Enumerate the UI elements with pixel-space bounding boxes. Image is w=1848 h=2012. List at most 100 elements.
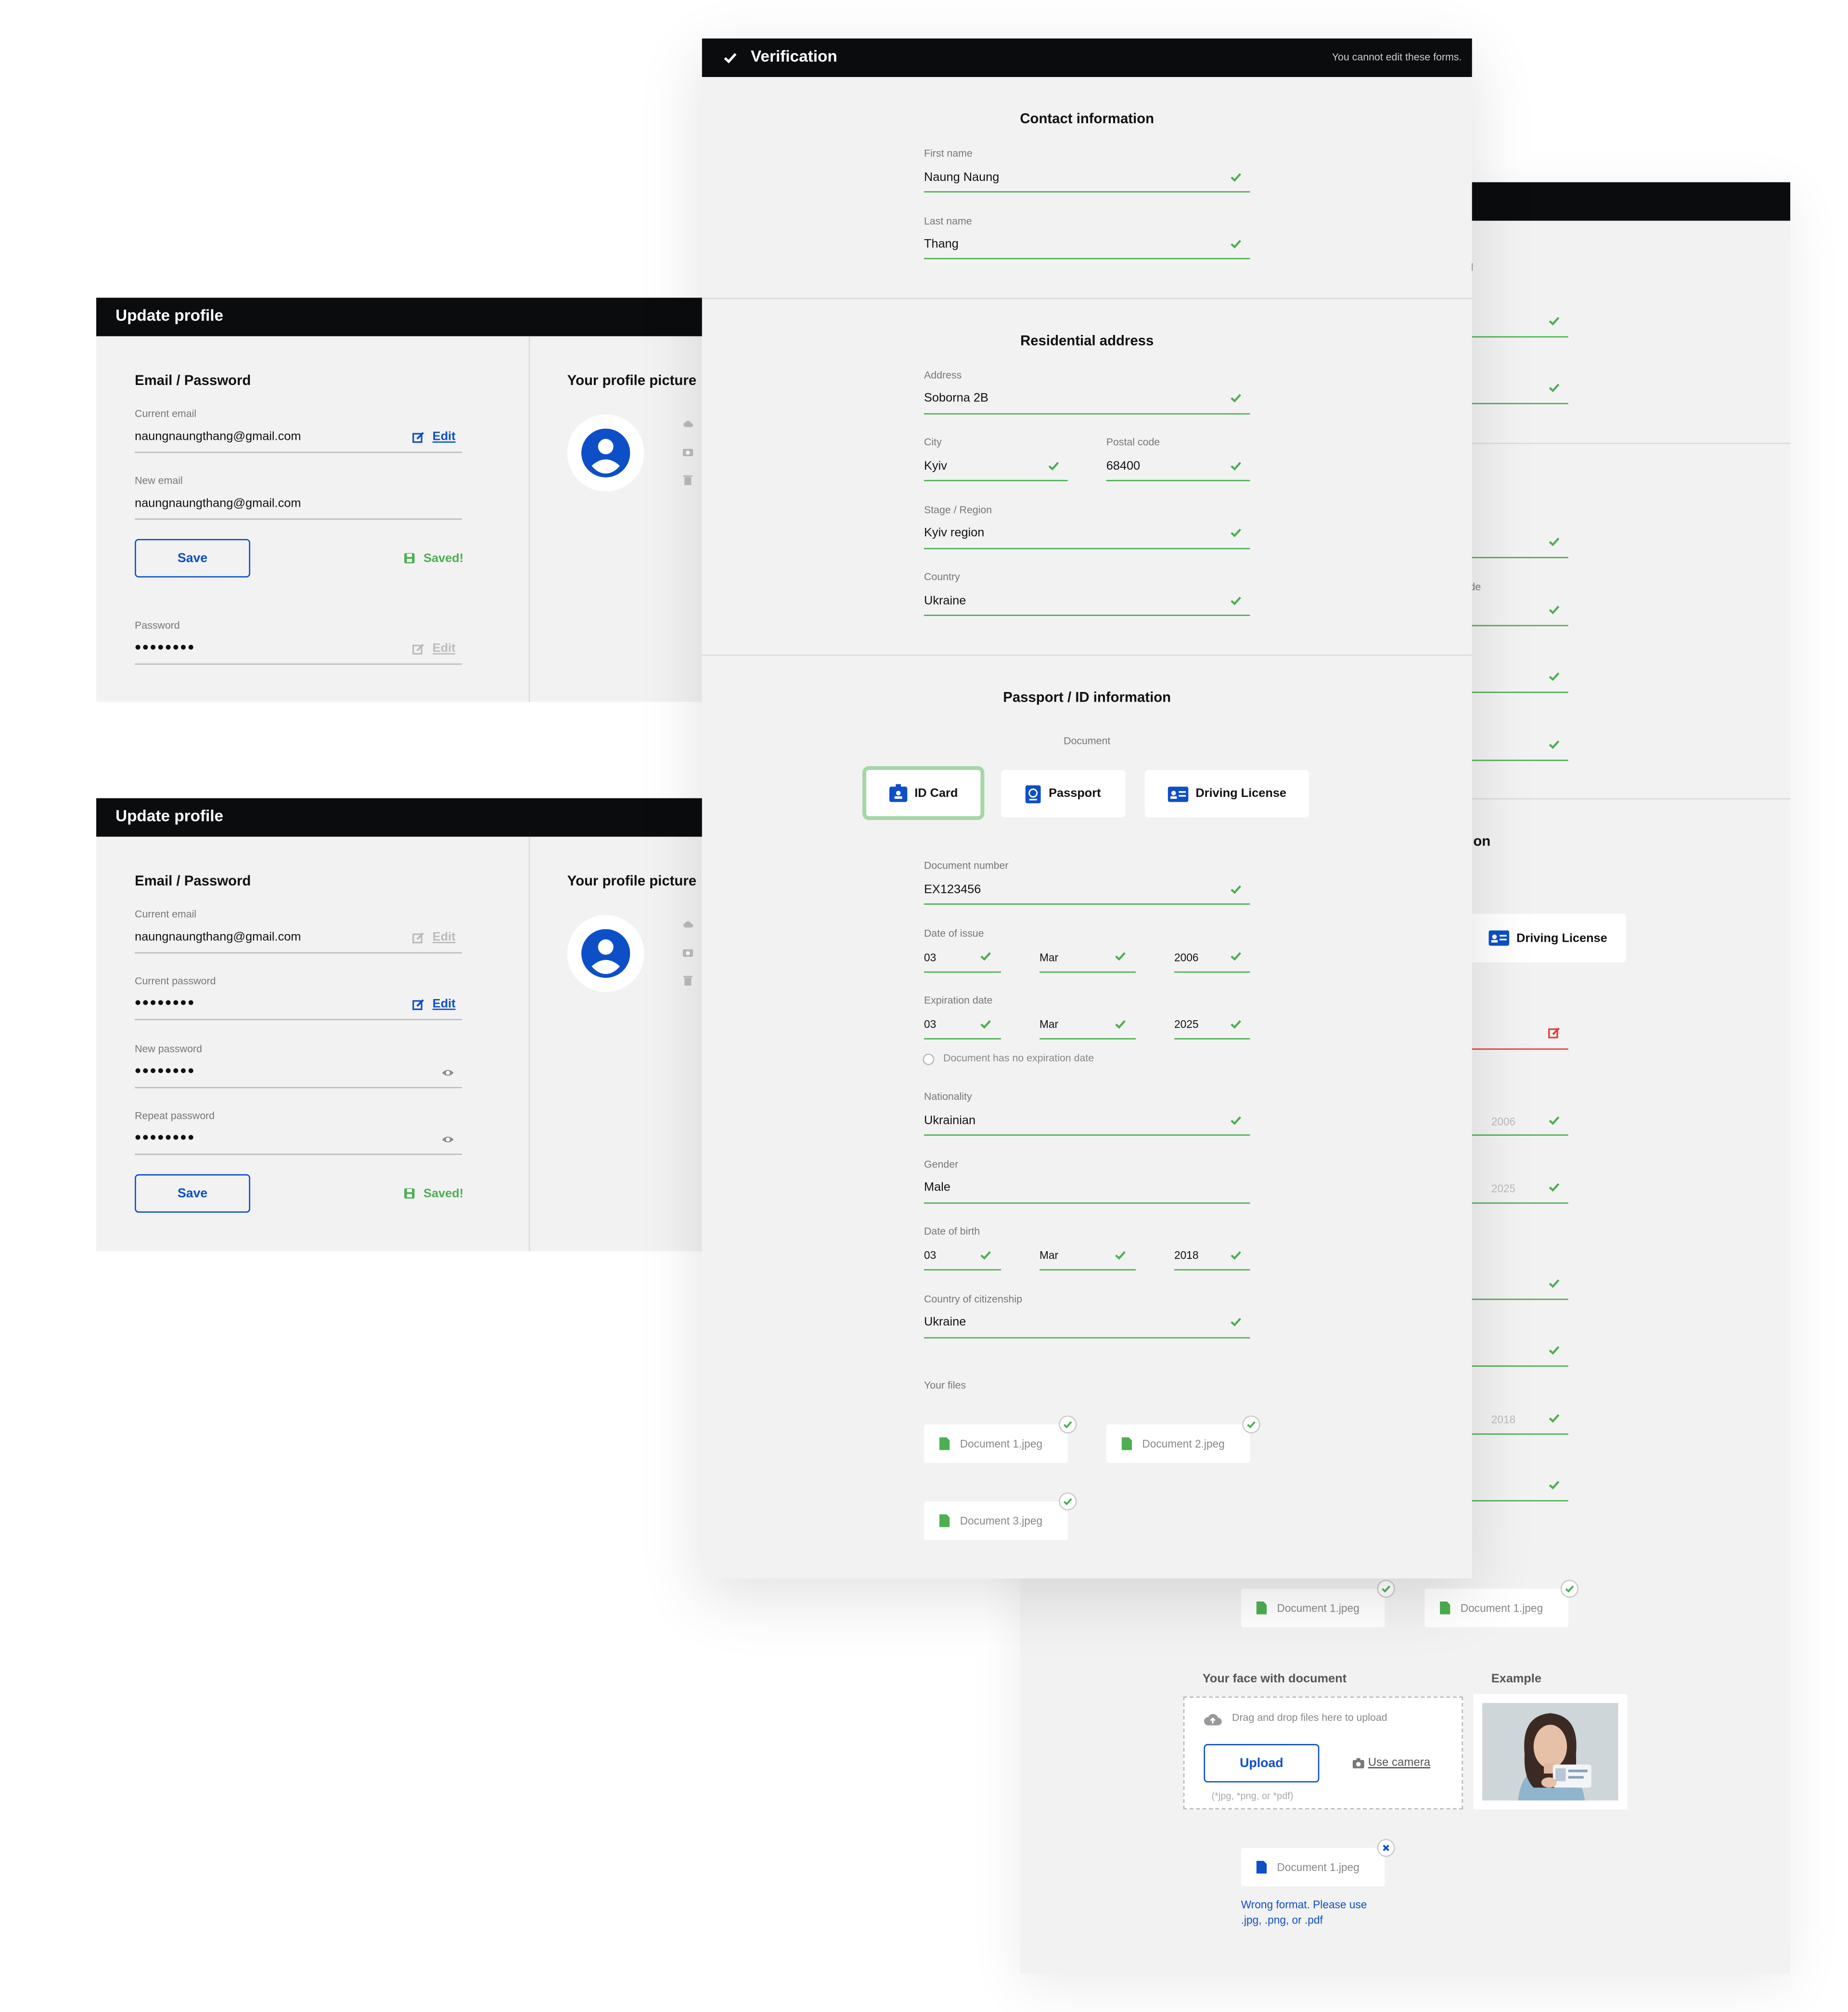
- edit-email-link[interactable]: Edit: [433, 430, 456, 444]
- new-password-input[interactable]: ••••••••: [135, 1060, 195, 1081]
- id-card-icon: [888, 784, 907, 802]
- file-chip[interactable]: Document 3.jpeg: [924, 1501, 1068, 1540]
- check-icon: [1549, 317, 1560, 326]
- remove-file-button[interactable]: [1377, 1839, 1395, 1857]
- avatar[interactable]: [567, 414, 644, 492]
- field-underline: [1469, 692, 1568, 693]
- picture-title: Your profile picture: [567, 874, 697, 890]
- file-name: Document 2.jpeg: [1142, 1437, 1225, 1450]
- section-title: Email / Password: [135, 373, 251, 389]
- edit-icon[interactable]: [412, 999, 425, 1012]
- edit-icon: [412, 932, 424, 944]
- address-label: Address: [924, 370, 962, 382]
- close-icon: [1383, 1845, 1389, 1851]
- password-label: Password: [135, 620, 180, 632]
- camera-icon[interactable]: [682, 947, 693, 957]
- current-email-label: Current email: [135, 909, 197, 921]
- file-chip[interactable]: Document 1.jpeg: [924, 1424, 1068, 1463]
- check-icon: [1063, 1498, 1072, 1506]
- column-divider: [528, 336, 530, 702]
- check-icon: [1231, 1020, 1241, 1029]
- trash-icon[interactable]: [683, 475, 693, 486]
- doc-type-driving-license[interactable]: Driving License: [1469, 913, 1626, 963]
- edit-email-link[interactable]: Edit: [433, 930, 456, 944]
- verification-title: Verification: [751, 47, 837, 66]
- field-underline: [135, 1153, 462, 1155]
- camera-icon: [1352, 1758, 1364, 1769]
- file-icon: [1121, 1437, 1132, 1450]
- user-avatar-icon: [581, 929, 630, 978]
- field-underline: [1469, 403, 1568, 405]
- avatar[interactable]: [567, 915, 644, 992]
- dob-month: Mar: [1040, 1248, 1059, 1262]
- edit-password-link[interactable]: Edit: [433, 997, 456, 1011]
- check-icon: [1231, 1318, 1241, 1327]
- upload-button[interactable]: Upload: [1204, 1744, 1320, 1783]
- eye-icon[interactable]: [441, 1066, 454, 1079]
- new-email-input[interactable]: naungnaungthang@gmail.com: [135, 497, 301, 511]
- field-underline: [135, 451, 462, 453]
- edit-password-link[interactable]: Edit: [433, 641, 456, 655]
- check-icon: [1247, 1421, 1256, 1429]
- file-icon: [1256, 1602, 1267, 1615]
- upload-dropzone[interactable]: Drag and drop files here to upload Uploa…: [1183, 1696, 1463, 1810]
- readonly-notice: You cannot edit these forms.: [1332, 51, 1462, 63]
- field-underline: [135, 518, 462, 520]
- check-icon: [1231, 461, 1241, 471]
- edit-icon[interactable]: [412, 431, 425, 444]
- dob-year-faded: 2018: [1491, 1413, 1516, 1426]
- file-name: Document 1.jpeg: [1277, 1860, 1360, 1874]
- file-chip[interactable]: Document 1.jpeg: [1241, 1589, 1385, 1628]
- license-icon: [1167, 786, 1188, 802]
- field-underline: [1469, 1298, 1568, 1300]
- dob-year: 2018: [1174, 1248, 1199, 1262]
- check-icon: [1549, 1481, 1560, 1490]
- update-profile-panel-2: Update profile Email / Password Your pro…: [96, 798, 704, 1252]
- repeat-password-input[interactable]: ••••••••: [135, 1127, 195, 1147]
- field-underline: [924, 1337, 1250, 1339]
- check-icon: [980, 1251, 991, 1260]
- file-check-badge: [1059, 1415, 1077, 1434]
- field-underline: [1469, 336, 1568, 338]
- expiration-date-label: Expiration date: [924, 994, 993, 1006]
- field-underline: [1040, 1269, 1136, 1271]
- user-avatar-icon: [581, 428, 630, 478]
- upload-icon[interactable]: [683, 418, 693, 428]
- doc-type-driving-license[interactable]: Driving License: [1144, 770, 1309, 818]
- field-underline: [1174, 971, 1250, 973]
- issue-year: 2006: [1174, 951, 1199, 964]
- eye-icon[interactable]: [441, 1133, 454, 1146]
- field-underline: [1469, 625, 1568, 627]
- use-camera-link[interactable]: Use camera: [1368, 1756, 1430, 1769]
- save-button[interactable]: Save: [135, 1174, 251, 1213]
- panel-title: Update profile: [116, 307, 224, 325]
- file-check-badge: [1560, 1579, 1579, 1598]
- postal-code-label: Postal code: [1106, 436, 1160, 448]
- file-chip[interactable]: Document 1.jpeg: [1424, 1589, 1568, 1628]
- first-name-value: Naung Naung: [924, 170, 1000, 185]
- field-underline: [924, 1202, 1250, 1204]
- no-expiration-radio[interactable]: [923, 1053, 935, 1065]
- doc-type-id-card[interactable]: ID Card: [862, 766, 985, 820]
- upload-icon[interactable]: [683, 919, 693, 929]
- file-chip[interactable]: Document 2.jpeg: [1106, 1424, 1250, 1463]
- doc-type-label: Driving License: [1516, 931, 1607, 946]
- file-icon: [1440, 1602, 1450, 1615]
- error-file-chip[interactable]: Document 1.jpeg: [1241, 1848, 1385, 1887]
- camera-icon[interactable]: [682, 447, 693, 457]
- nationality-label: Nationality: [924, 1090, 972, 1102]
- field-underline: [1040, 1038, 1136, 1040]
- check-icon: [1115, 1251, 1126, 1260]
- files-label: Your files: [924, 1379, 966, 1391]
- field-underline: [1174, 1038, 1250, 1040]
- exp-year-faded: 2025: [1491, 1182, 1516, 1195]
- check-icon: [980, 952, 991, 961]
- doc-type-passport[interactable]: Passport: [1001, 770, 1126, 818]
- field-underline: [1469, 1134, 1568, 1136]
- save-button[interactable]: Save: [135, 539, 251, 578]
- example-photo: [1482, 1703, 1618, 1801]
- city-value: Kyiv: [924, 459, 947, 474]
- trash-icon[interactable]: [683, 975, 693, 986]
- check-icon: [1382, 1585, 1390, 1593]
- field-underline: [924, 1038, 1001, 1040]
